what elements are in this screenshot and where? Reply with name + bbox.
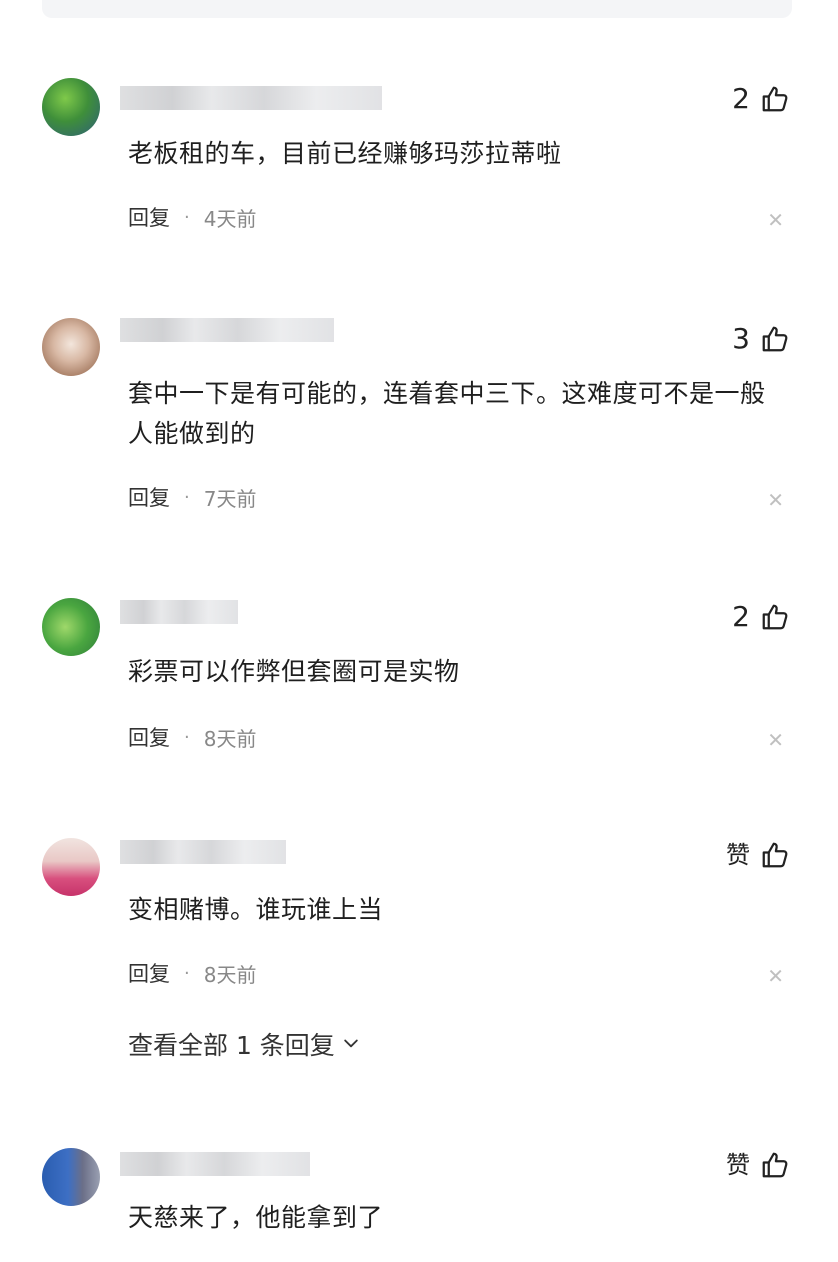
username-blurred[interactable] — [120, 86, 382, 110]
comment-time: 7天前 — [203, 486, 257, 511]
avatar[interactable] — [42, 1148, 100, 1206]
reply-button[interactable]: 回复 — [128, 202, 170, 232]
reply-button[interactable]: 回复 — [128, 958, 170, 988]
username-blurred[interactable] — [120, 840, 286, 864]
avatar[interactable] — [42, 838, 100, 896]
thumbs-up-icon — [760, 324, 790, 354]
like-count: 2 — [732, 600, 750, 633]
close-icon[interactable]: ✕ — [767, 490, 784, 510]
like-button[interactable]: 2 — [732, 84, 790, 114]
like-count: 赞 — [726, 1151, 750, 1179]
like-count: 赞 — [726, 841, 750, 869]
username-blurred[interactable] — [120, 1152, 310, 1176]
comment-text: 天慈来了，他能拿到了 — [128, 1203, 384, 1232]
separator-dot: · — [184, 486, 190, 508]
separator-dot: · — [184, 206, 190, 228]
close-icon[interactable]: ✕ — [767, 966, 784, 986]
like-count: 3 — [732, 322, 750, 355]
avatar[interactable] — [42, 598, 100, 656]
like-button[interactable]: 2 — [732, 602, 790, 632]
comment-text: 套中一下是有可能的，连着套中三下。这难度可不是一般人能做到的 — [128, 379, 766, 448]
like-count: 2 — [732, 82, 750, 115]
comment-time: 8天前 — [203, 726, 257, 751]
comment-meta: 回复 · 7天前 — [128, 482, 256, 512]
comment-time: 4天前 — [203, 206, 257, 231]
top-container-edge — [42, 0, 792, 18]
like-button[interactable]: 赞 — [726, 840, 790, 870]
comment-meta: 回复 · 4天前 — [128, 202, 256, 232]
thumbs-up-icon — [760, 840, 790, 870]
thumbs-up-icon — [760, 602, 790, 632]
reply-button[interactable]: 回复 — [128, 482, 170, 512]
thumbs-up-icon — [760, 1150, 790, 1180]
comment-text: 老板租的车，目前已经赚够玛莎拉蒂啦 — [128, 139, 562, 168]
separator-dot: · — [184, 726, 190, 748]
thumbs-up-icon — [760, 84, 790, 114]
username-blurred[interactable] — [120, 318, 334, 342]
separator-dot: · — [184, 962, 190, 984]
comment-text: 彩票可以作弊但套圈可是实物 — [128, 657, 460, 686]
close-icon[interactable]: ✕ — [767, 730, 784, 750]
username-blurred[interactable] — [120, 600, 238, 624]
view-all-replies-button[interactable]: 查看全部 1 条回复 — [128, 1026, 361, 1062]
close-icon[interactable]: ✕ — [767, 210, 784, 230]
comment-meta: 回复 · 8天前 — [128, 722, 256, 752]
like-button[interactable]: 赞 — [726, 1150, 790, 1180]
avatar[interactable] — [42, 78, 100, 136]
reply-button[interactable]: 回复 — [128, 722, 170, 752]
comment-time: 8天前 — [203, 962, 257, 987]
comment-text: 变相赌博。谁玩谁上当 — [128, 895, 384, 924]
chevron-down-icon — [341, 1030, 361, 1059]
view-replies-label: 查看全部 1 条回复 — [128, 1031, 335, 1060]
comment-meta: 回复 · 8天前 — [128, 958, 256, 988]
like-button[interactable]: 3 — [732, 324, 790, 354]
avatar[interactable] — [42, 318, 100, 376]
